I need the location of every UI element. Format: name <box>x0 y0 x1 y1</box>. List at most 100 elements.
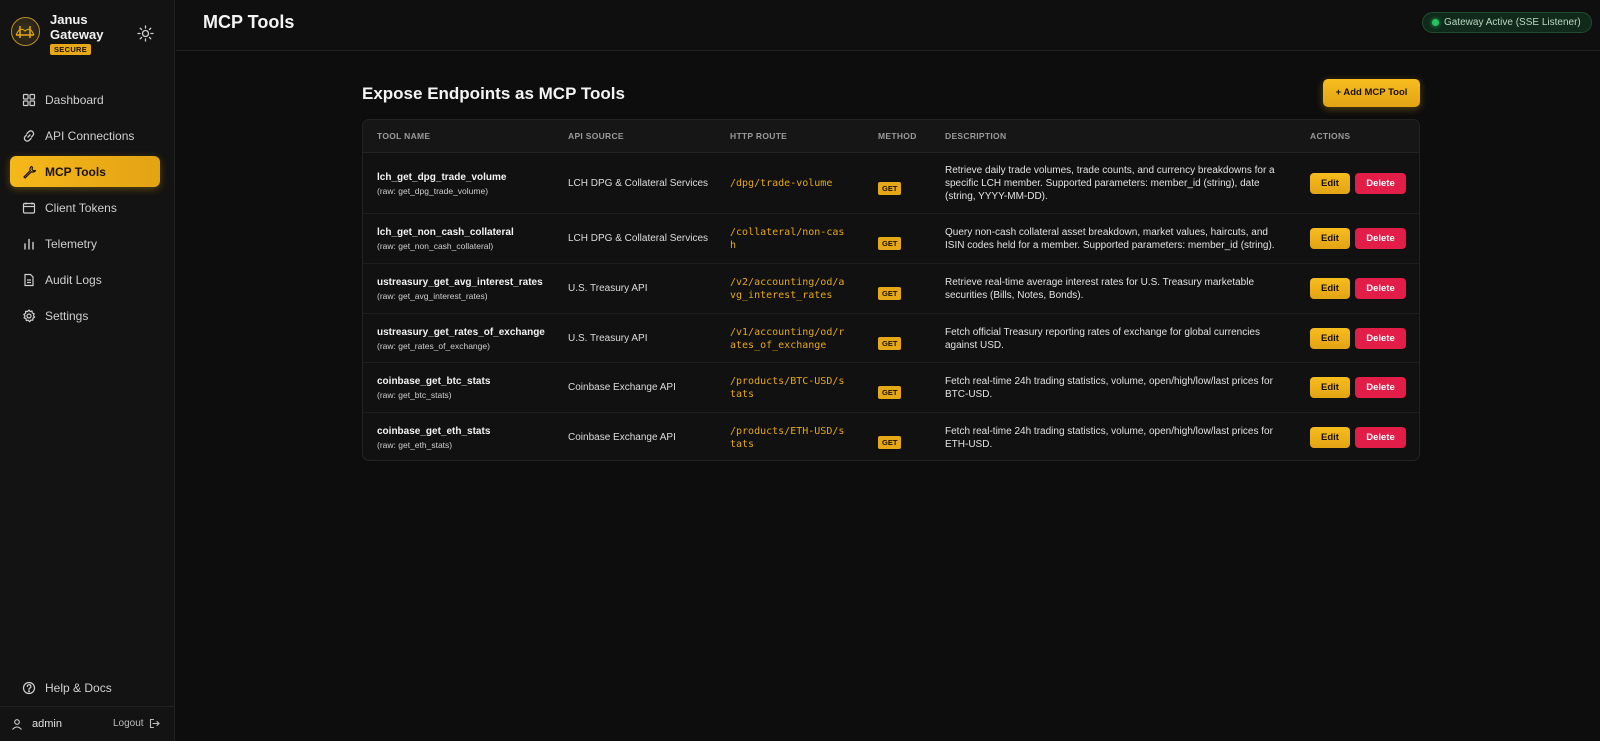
http-route: /v1/accounting/od/rates_of_exchange <box>730 327 845 351</box>
sidebar-item-label: MCP Tools <box>45 164 106 179</box>
tool-raw-name: (raw: get_avg_interest_rates) <box>377 291 488 301</box>
http-route: /dpg/trade-volume <box>730 178 833 189</box>
http-route: /products/BTC-USD/stats <box>730 376 845 400</box>
table-row: lch_get_dpg_trade_volume (raw: get_dpg_t… <box>363 153 1419 214</box>
edit-button[interactable]: Edit <box>1310 278 1350 299</box>
tool-name: ustreasury_get_avg_interest_rates <box>377 277 543 288</box>
api-source: Coinbase Exchange API <box>568 382 676 393</box>
sidebar-item-telemetry[interactable]: Telemetry <box>10 228 160 259</box>
api-source: LCH DPG & Collateral Services <box>568 233 709 244</box>
table-header: TOOL NAME API SOURCE HTTP ROUTE METHOD D… <box>363 120 1419 153</box>
delete-button[interactable]: Delete <box>1355 427 1406 448</box>
help-circle-icon <box>22 681 36 695</box>
api-source: Coinbase Exchange API <box>568 432 676 443</box>
tool-description: Query non-cash collateral asset breakdow… <box>945 227 1275 251</box>
sidebar-item-label: Settings <box>45 308 89 323</box>
delete-button[interactable]: Delete <box>1355 328 1406 349</box>
wrench-icon <box>23 165 36 179</box>
method-badge: GET <box>878 237 902 250</box>
tool-name: lch_get_dpg_trade_volume <box>377 172 507 183</box>
top-bar: MCP Tools Gateway Active (SSE Listener) <box>176 0 1600 51</box>
sidebar-item-settings[interactable]: Settings <box>10 300 160 331</box>
logout-label: Logout <box>113 718 144 729</box>
sidebar-nav: Dashboard API Connections MCP Tools Clie… <box>10 84 160 336</box>
sidebar-item-client-tokens[interactable]: Client Tokens <box>10 192 160 223</box>
tool-raw-name: (raw: get_dpg_trade_volume) <box>377 186 489 196</box>
table-row: ustreasury_get_rates_of_exchange (raw: g… <box>363 314 1419 363</box>
column-header-actions: ACTIONS <box>1310 131 1351 141</box>
tool-raw-name: (raw: get_eth_stats) <box>377 440 453 450</box>
table-row: ustreasury_get_avg_interest_rates (raw: … <box>363 264 1419 314</box>
table-row: coinbase_get_eth_stats (raw: get_eth_sta… <box>363 413 1419 460</box>
help-docs-link[interactable]: Help & Docs <box>22 681 112 695</box>
delete-button[interactable]: Delete <box>1355 377 1406 398</box>
sidebar-item-label: Audit Logs <box>45 272 102 287</box>
delete-button[interactable]: Delete <box>1355 278 1406 299</box>
delete-button[interactable]: Delete <box>1355 173 1406 194</box>
wallet-icon <box>22 202 36 214</box>
section-title: Expose Endpoints as MCP Tools <box>362 84 625 103</box>
user-profile[interactable]: admin <box>11 718 62 730</box>
sidebar-item-audit-logs[interactable]: Audit Logs <box>10 264 160 295</box>
api-source: U.S. Treasury API <box>568 283 648 294</box>
delete-button[interactable]: Delete <box>1355 228 1406 249</box>
tool-description: Retrieve real-time average interest rate… <box>945 277 1255 301</box>
gateway-status-text: Gateway Active (SSE Listener) <box>1444 17 1581 28</box>
link-icon <box>23 129 35 142</box>
tool-name: coinbase_get_btc_stats <box>377 376 491 387</box>
column-header-description: DESCRIPTION <box>945 131 1007 141</box>
api-source: LCH DPG & Collateral Services <box>568 178 709 189</box>
method-badge: GET <box>878 436 902 449</box>
edit-button[interactable]: Edit <box>1310 328 1350 349</box>
edit-button[interactable]: Edit <box>1310 377 1350 398</box>
sidebar-item-label: Dashboard <box>45 92 104 107</box>
column-header-http-route: HTTP ROUTE <box>730 131 788 141</box>
table-row: coinbase_get_btc_stats (raw: get_btc_sta… <box>363 363 1419 413</box>
column-header-method: METHOD <box>878 131 917 141</box>
secure-badge: SECURE <box>50 44 92 55</box>
sun-icon[interactable] <box>137 25 154 42</box>
edit-button[interactable]: Edit <box>1310 173 1350 194</box>
logout-icon <box>149 718 160 729</box>
document-icon <box>24 273 34 286</box>
http-route: /v2/accounting/od/avg_interest_rates <box>730 277 845 301</box>
sidebar-item-dashboard[interactable]: Dashboard <box>10 84 160 115</box>
sidebar-item-label: Client Tokens <box>45 200 117 215</box>
logout-button[interactable]: Logout <box>113 718 160 729</box>
dashboard-icon <box>22 93 36 106</box>
tool-description: Retrieve daily trade volumes, trade coun… <box>945 165 1275 202</box>
http-route: /collateral/non-cash <box>730 227 845 251</box>
gear-icon <box>23 308 36 322</box>
tool-name: ustreasury_get_rates_of_exchange <box>377 327 545 338</box>
tool-raw-name: (raw: get_btc_stats) <box>377 390 452 400</box>
sidebar-item-label: API Connections <box>45 128 135 143</box>
gateway-status-badge: Gateway Active (SSE Listener) <box>1422 12 1592 33</box>
brand-name: Janus Gateway <box>50 12 104 42</box>
tool-raw-name: (raw: get_rates_of_exchange) <box>377 341 490 351</box>
sidebar-item-api-connections[interactable]: API Connections <box>10 120 160 151</box>
sidebar-item-label: Telemetry <box>45 236 98 251</box>
bridge-logo-icon <box>11 17 40 46</box>
bar-chart-icon <box>24 238 34 250</box>
tool-description: Fetch official Treasury reporting rates … <box>945 327 1260 351</box>
method-badge: GET <box>878 287 902 300</box>
tool-description: Fetch real-time 24h trading statistics, … <box>945 426 1273 450</box>
tool-name: lch_get_non_cash_collateral <box>377 227 514 238</box>
edit-button[interactable]: Edit <box>1310 228 1350 249</box>
status-dot-icon <box>1432 19 1439 26</box>
tool-raw-name: (raw: get_non_cash_collateral) <box>377 241 494 251</box>
user-row: admin Logout <box>0 706 175 741</box>
help-label: Help & Docs <box>45 681 112 695</box>
column-header-tool-name: TOOL NAME <box>377 131 431 141</box>
tool-description: Fetch real-time 24h trading statistics, … <box>945 376 1273 400</box>
column-header-api-source: API SOURCE <box>568 131 624 141</box>
add-mcp-tool-button[interactable]: + Add MCP Tool <box>1323 79 1420 107</box>
method-badge: GET <box>878 182 902 195</box>
tool-name: coinbase_get_eth_stats <box>377 426 491 437</box>
table-row: lch_get_non_cash_collateral (raw: get_no… <box>363 214 1419 264</box>
username: admin <box>32 718 62 730</box>
mcp-tools-table: TOOL NAME API SOURCE HTTP ROUTE METHOD D… <box>362 119 1420 461</box>
http-route: /products/ETH-USD/stats <box>730 426 845 450</box>
edit-button[interactable]: Edit <box>1310 427 1350 448</box>
sidebar-item-mcp-tools[interactable]: MCP Tools <box>10 156 160 187</box>
